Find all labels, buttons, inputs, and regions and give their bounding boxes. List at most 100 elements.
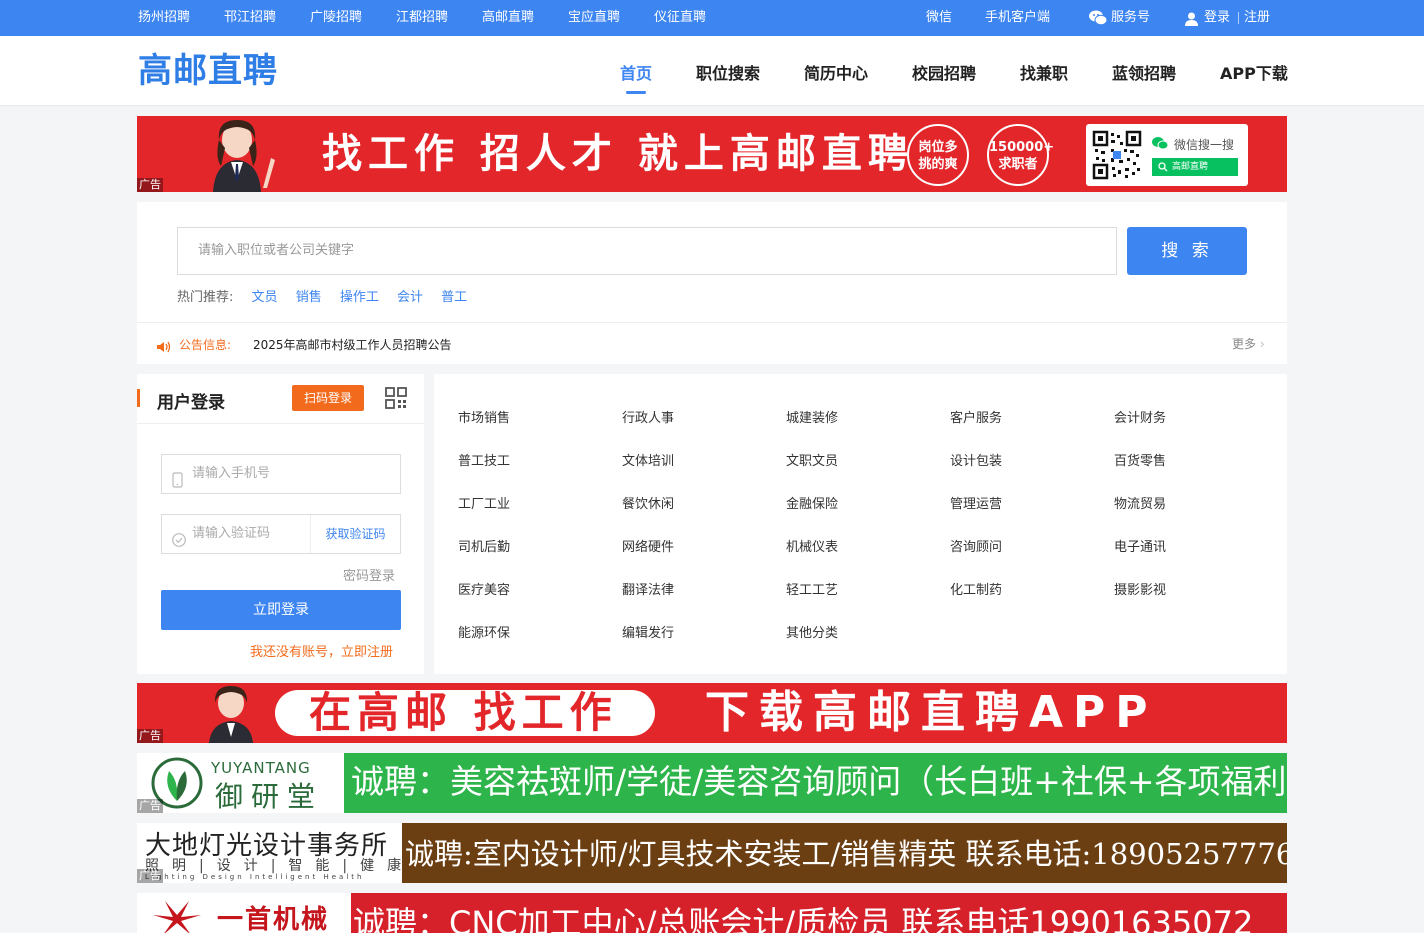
category-link[interactable]: 能源环保: [458, 622, 510, 641]
wechat-qr-card: 微信搜一搜 高邮直聘: [1086, 124, 1248, 186]
login-submit-button[interactable]: 立即登录: [161, 590, 401, 630]
category-link[interactable]: 客户服务: [950, 407, 1002, 426]
banner-left-text: 在高邮 找工作: [309, 688, 618, 737]
category-link[interactable]: 轻工工艺: [786, 579, 838, 598]
category-link[interactable]: 翻译法律: [622, 579, 674, 598]
site-logo[interactable]: 高邮直聘: [138, 50, 278, 92]
category-link[interactable]: 普工技工: [458, 450, 510, 469]
ad-banner-dadi[interactable]: 大地灯光设计事务所 照明|设计|智能|健康 Lighting Design In…: [137, 823, 1287, 883]
category-link[interactable]: 物流贸易: [1114, 493, 1166, 512]
category-link[interactable]: 摄影影视: [1114, 579, 1166, 598]
wechat-icon: [1089, 10, 1108, 30]
service-account-link[interactable]: 服务号: [1111, 0, 1150, 36]
shield-check-icon: [172, 526, 186, 564]
ad-banner-machinery[interactable]: 一首机械 诚聘：CNC加工中心/总账会计/质检员 联系电话19901635072: [137, 893, 1287, 933]
ad-banner-yuyantang[interactable]: YUYANTANG 御研堂 诚聘：美容祛斑师/学徒/美容咨询顾问（长白班+社保+…: [137, 753, 1287, 813]
code-input[interactable]: 请输入验证码 获取验证码: [161, 514, 401, 554]
login-panel: 用户登录 扫码登录 请输入手机号 请输入验证码 获取验证码 密码登录 立即登录 …: [137, 374, 424, 674]
get-code-button[interactable]: 获取验证码: [310, 515, 400, 553]
speaker-icon: [157, 338, 172, 357]
category-link[interactable]: 会计财务: [1114, 407, 1166, 426]
login-header: 用户登录 扫码登录: [137, 374, 424, 424]
search-icon: [1158, 161, 1168, 179]
search-panel: 请输入职位或者公司关键字 搜 索 热门推荐: 文员 销售 操作工 会计 普工 公…: [137, 202, 1287, 364]
nav-resume-center[interactable]: 简历中心: [804, 60, 868, 84]
category-link[interactable]: 编辑发行: [622, 622, 674, 641]
nav-home[interactable]: 首页: [620, 60, 652, 84]
category-link[interactable]: 设计包装: [950, 450, 1002, 469]
notice-link[interactable]: 2025年高邮市村级工作人员招聘公告: [253, 336, 452, 353]
qr-code-icon[interactable]: [385, 387, 407, 413]
ad-banner-app[interactable]: 在高邮 找工作 下载高邮直聘APP 广告: [137, 683, 1287, 743]
category-link[interactable]: 管理运营: [950, 493, 1002, 512]
nav-job-search[interactable]: 职位搜索: [696, 60, 760, 84]
category-link[interactable]: 行政人事: [622, 407, 674, 426]
ad-tag: 广告: [137, 729, 163, 743]
phone-icon: [172, 466, 184, 504]
brand-sub: 照明|设计|智能|健康: [145, 858, 415, 874]
password-login-link[interactable]: 密码登录: [343, 565, 395, 584]
person-illustration: [209, 686, 253, 743]
city-link-guangling[interactable]: 广陵招聘: [310, 0, 362, 36]
category-link[interactable]: 金融保险: [786, 493, 838, 512]
mobile-client-link[interactable]: 手机客户端: [985, 0, 1050, 36]
ad-tag: 广告: [137, 799, 163, 813]
city-link-baoying[interactable]: 宝应直聘: [568, 0, 620, 36]
qr-caption: 微信搜一搜: [1174, 138, 1235, 152]
category-link[interactable]: 医疗美容: [458, 579, 510, 598]
qr-code-icon: [1092, 130, 1142, 180]
category-link[interactable]: 化工制药: [950, 579, 1002, 598]
city-link-gaoyou[interactable]: 高邮直聘: [482, 0, 534, 36]
nav-part-time[interactable]: 找兼职: [1020, 60, 1068, 84]
city-link-yangzhou[interactable]: 扬州招聘: [138, 0, 190, 36]
category-link[interactable]: 市场销售: [458, 407, 510, 426]
login-title: 用户登录: [157, 393, 225, 413]
banner-text: 诚聘：CNC加工中心/总账会计/质检员 联系电话19901635072: [353, 904, 1254, 933]
wechat-search-icon: [1152, 135, 1169, 154]
city-link-jiangdu[interactable]: 江都招聘: [396, 0, 448, 36]
nav-campus[interactable]: 校园招聘: [912, 60, 976, 84]
register-link[interactable]: 我还没有账号，立即注册: [250, 641, 393, 660]
notice-label: 公告信息:: [179, 338, 232, 352]
category-link[interactable]: 百货零售: [1114, 450, 1166, 469]
category-link[interactable]: 电子通讯: [1114, 536, 1166, 555]
phone-input[interactable]: 请输入手机号: [161, 454, 401, 494]
category-link[interactable]: 城建装修: [786, 407, 838, 426]
category-link[interactable]: 网络硬件: [622, 536, 674, 555]
hot-keyword[interactable]: 会计: [397, 290, 423, 305]
search-button[interactable]: 搜 索: [1127, 227, 1247, 275]
ad-banner-main[interactable]: 找工作 招人才 就上高邮直聘 岗位多 挑的爽 150000+ 求职者 微信搜一搜 高…: [137, 116, 1287, 192]
hot-keyword[interactable]: 普工: [441, 290, 467, 305]
nav-app-download[interactable]: APP下载: [1220, 60, 1288, 84]
person-illustration: [213, 120, 275, 192]
banner-right-text: 下载高邮直聘APP: [705, 687, 1158, 738]
login-link[interactable]: 登录: [1204, 0, 1230, 36]
hot-keyword[interactable]: 销售: [296, 290, 322, 305]
user-icon: [1185, 11, 1198, 30]
hot-keyword[interactable]: 文员: [252, 290, 278, 305]
category-link[interactable]: 司机后勤: [458, 536, 510, 555]
banner-slogan: 找工作 招人才 就上高邮直聘: [322, 131, 914, 177]
banner-badge-jobs: 岗位多 挑的爽: [907, 124, 969, 186]
ad-tag: 广告: [137, 869, 163, 883]
category-link[interactable]: 餐饮休闲: [622, 493, 674, 512]
city-link-hanjiang[interactable]: 邗江招聘: [224, 0, 276, 36]
brand-name: 一首机械: [217, 905, 330, 933]
brand-en: Lighting Design Intelligent Health: [145, 873, 365, 881]
category-link[interactable]: 工厂工业: [458, 493, 510, 512]
category-link[interactable]: 文职文员: [786, 450, 838, 469]
city-link-yizheng[interactable]: 仪征直聘: [654, 0, 706, 36]
hot-keyword[interactable]: 操作工: [340, 290, 379, 305]
search-input[interactable]: 请输入职位或者公司关键字: [177, 227, 1117, 275]
banner-text: 诚聘：美容祛斑师/学徒/美容咨询顾问（长白班+社保+各项福利）: [351, 762, 1287, 801]
nav-blue-collar[interactable]: 蓝领招聘: [1112, 60, 1176, 84]
flower-logo-icon: [153, 901, 201, 933]
register-link[interactable]: 注册: [1244, 0, 1270, 36]
category-link[interactable]: 机械仪表: [786, 536, 838, 555]
wechat-link[interactable]: 微信: [926, 0, 952, 36]
scan-login-button[interactable]: 扫码登录: [292, 385, 364, 411]
category-link[interactable]: 其他分类: [786, 622, 838, 641]
category-link[interactable]: 文体培训: [622, 450, 674, 469]
notice-more-link[interactable]: 更多 ›: [1232, 335, 1265, 352]
category-link[interactable]: 咨询顾问: [950, 536, 1002, 555]
